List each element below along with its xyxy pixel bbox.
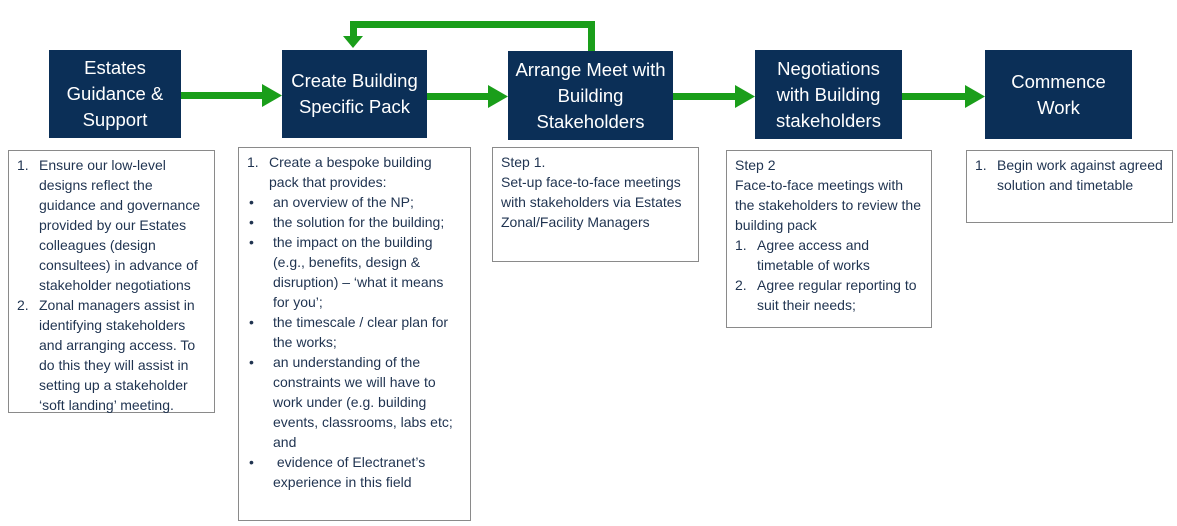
bullet-text: an understanding of the constraints we w… xyxy=(273,354,453,450)
step-label: Estates Guidance & Support xyxy=(66,57,164,130)
note-commence: 1. Begin work against agreed solution and… xyxy=(966,150,1173,223)
bullet-text: the solution for the building; xyxy=(273,214,445,230)
list-item: 1. Ensure our low-level designs reflect t… xyxy=(17,155,206,295)
list-marker: 2. xyxy=(735,277,747,293)
list-item: 2. Agree regular reporting to suit their … xyxy=(735,275,923,315)
bullet-text: an overview of the NP; xyxy=(273,194,414,210)
list-marker: 1. xyxy=(17,157,29,173)
arrow-2-shaft xyxy=(427,93,489,100)
loop-arrow xyxy=(343,21,595,51)
list-marker: 1. xyxy=(735,237,747,253)
arrow-1-shaft xyxy=(181,92,263,99)
step-estates-guidance: Estates Guidance & Support xyxy=(49,50,181,138)
note-heading: Step 1. xyxy=(501,154,546,170)
bullet-item: • the impact on the building (e.g., benef… xyxy=(247,232,462,312)
bullet-item: • evidence of Electranet’s experience in… xyxy=(247,452,462,492)
note-pack: 1. Create a bespoke building pack that pr… xyxy=(238,147,471,521)
bullet-item: • the solution for the building; xyxy=(247,212,462,232)
arrow-4-head xyxy=(965,85,985,108)
bullet-icon: • xyxy=(249,234,254,250)
bullet-icon: • xyxy=(249,314,254,330)
bullet-text: evidence of Electranet’s experience in t… xyxy=(273,454,430,490)
note-text: Face-to-face meetings with the stakehold… xyxy=(735,177,921,233)
step-label: Commence Work xyxy=(1011,70,1106,118)
step-label: Arrange Meet with Building Stakeholders xyxy=(515,58,666,132)
bullet-icon: • xyxy=(249,194,254,210)
list-item: 2. Zonal managers assist in identifying s… xyxy=(17,295,206,415)
arrow-2-head xyxy=(488,85,508,108)
bullet-icon: • xyxy=(249,354,254,370)
step-commence-work: Commence Work xyxy=(985,50,1132,139)
arrow-1-head xyxy=(262,84,282,107)
note-heading: Step 2 xyxy=(735,157,776,173)
bullet-item: • an overview of the NP; xyxy=(247,192,462,212)
bullet-item: • the timescale / clear plan for the work… xyxy=(247,312,462,352)
step-negotiations: Negotiations with Building stakeholders xyxy=(755,50,902,139)
arrow-4-shaft xyxy=(902,93,966,100)
note-estates: 1. Ensure our low-level designs reflect t… xyxy=(8,150,215,413)
list-text: Begin work against agreed solution and t… xyxy=(997,157,1163,193)
arrow-3-shaft xyxy=(673,93,736,100)
step-label: Create Building Specific Pack xyxy=(291,70,418,117)
list-text: Ensure our low-level designs reflect the… xyxy=(39,157,201,293)
note-arrange: Step 1. Set-up face-to-face meetings wit… xyxy=(492,147,699,262)
list-text: Create a bespoke building pack that prov… xyxy=(269,154,432,190)
list-marker: 1. xyxy=(975,157,987,173)
list-item: 1. Create a bespoke building pack that pr… xyxy=(247,152,462,192)
process-diagram: Estates Guidance & Support Create Buildi… xyxy=(0,0,1177,526)
list-text: Agree regular reporting to suit their ne… xyxy=(757,277,917,313)
bullet-icon: • xyxy=(249,214,254,230)
list-marker: 2. xyxy=(17,297,29,313)
list-text: Zonal managers assist in identifying sta… xyxy=(39,297,196,413)
note-negotiate: Step 2 Face-to-face meetings with the st… xyxy=(726,150,932,328)
list-text: Agree access and timetable of works xyxy=(757,237,870,273)
list-marker: 1. xyxy=(247,154,259,170)
arrow-3-head xyxy=(735,85,755,108)
list-item: 1. Begin work against agreed solution and… xyxy=(975,155,1164,195)
step-arrange-meet: Arrange Meet with Building Stakeholders xyxy=(508,51,673,140)
list-item: 1. Agree access and timetable of works xyxy=(735,235,923,275)
bullet-text: the timescale / clear plan for the works… xyxy=(273,314,449,350)
bullet-text: the impact on the building (e.g., benefi… xyxy=(273,234,444,310)
step-label: Negotiations with Building stakeholders xyxy=(776,57,881,131)
note-text: Set-up face-to-face meetings with stakeh… xyxy=(501,174,682,230)
bullet-item: • an understanding of the constraints we … xyxy=(247,352,462,452)
step-create-pack: Create Building Specific Pack xyxy=(282,50,427,138)
bullet-icon: • xyxy=(249,454,254,470)
